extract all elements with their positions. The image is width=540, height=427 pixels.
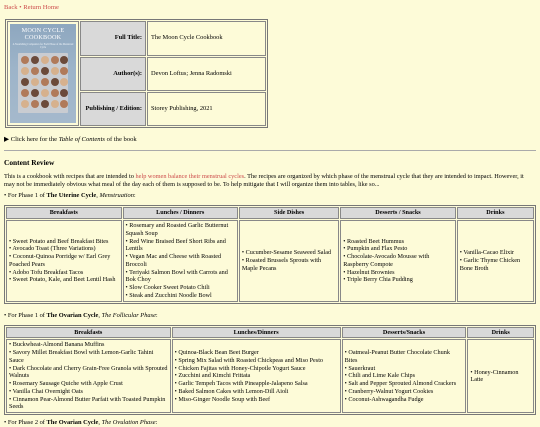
recipe-item: Sweet Potato, Kale, and Beet Lentil Hash <box>9 276 119 284</box>
recipe-item: Slow Cooker Sweet Potato Chili <box>126 284 235 292</box>
recipe-item: Salt and Pepper Sprouted Almond Crackers <box>345 380 464 388</box>
recipe-item: Cinnamon Pear-Almond Butter Parfait with… <box>9 396 168 412</box>
recipe-item: Cranberry-Walnut Yogurt Cookies <box>345 388 464 396</box>
recipe-item: Chicken Fajitas with Honey-Chipotle Yogu… <box>175 365 338 373</box>
recipe-column-header: Side Dishes <box>238 207 340 220</box>
menstrual-cycle-link[interactable]: help women balance their menstrual cycle… <box>136 173 245 180</box>
recipe-item: Red Wine Braised Beef Short Ribs and Len… <box>126 238 235 254</box>
content-review-heading: Content Review <box>4 158 55 168</box>
full-title-value: The Moon Cycle Cookbook <box>147 21 266 56</box>
publishing-label: Publishing / Edition: <box>80 91 146 127</box>
recipe-cell: Cucumber-Sesame Seaweed SaladRoasted Bru… <box>238 220 340 302</box>
recipe-item: Honey-Cinnamon Latte <box>470 369 531 385</box>
recipe-column-header: Desserts/Snacks <box>341 326 467 339</box>
cover-title: MOON CYCLE COOKBOOK <box>21 27 65 41</box>
recipe-item: Adobo Tofu Breakfast Tacos <box>9 269 119 277</box>
phase-heading: • For Phase 1 of The Uterine Cycle, Mens… <box>4 192 136 200</box>
full-title-label: Full Title: <box>80 21 146 56</box>
toc-suffix: of the book <box>106 136 137 144</box>
recipe-item: Teriyaki Salmon Bowl with Carrots and Bo… <box>126 269 235 285</box>
recipe-item: Chili and Lime Kale Chips <box>345 372 464 380</box>
cover-subtitle: A Nourishing Companion for Each Phase of… <box>12 43 74 50</box>
recipe-column-header: Breakfasts <box>6 207 122 220</box>
back-link[interactable]: Back <box>4 4 18 11</box>
toc-emphasis: Table of Contents <box>58 136 106 144</box>
recipe-item: Triple Berry Chia Pudding <box>343 276 452 284</box>
recipe-cell: Oatmeal-Peanut Butter Chocolate Chunk Bi… <box>341 339 467 414</box>
recipe-table: Breakfasts Lunches/Dinners Desserts/Snacks… <box>4 324 536 416</box>
intro-paragraph: This is a cookbook with recipes that are… <box>4 172 524 188</box>
recipe-item: Miso-Ginger Noodle Soup with Beef <box>175 396 338 404</box>
recipe-cell: Vanilla-Cacao ElixirGarlic Thyme Chicken… <box>456 220 534 302</box>
recipe-cell: Sweet Potato and Beef Breakfast BitesAvo… <box>6 220 122 302</box>
recipe-column-header: Lunches / Dinners <box>122 207 238 220</box>
recipe-item: Zucchini and Kimchi Frittata <box>175 372 338 380</box>
recipe-column-header: Drinks <box>456 207 534 220</box>
recipe-item: Garlic Tempeh Tacos with Pineapple-Jalap… <box>175 380 338 388</box>
return-home-link[interactable]: Return Home <box>23 4 59 11</box>
recipe-column-header: Drinks <box>467 326 534 339</box>
recipe-item: Spring Mix Salad with Roasted Chickpeas … <box>175 357 338 365</box>
cover-cell: MOON CYCLE COOKBOOK A Nourishing Companio… <box>7 21 79 127</box>
recipe-item: Savory Millet Breakfast Bowl with Lemon-… <box>9 349 168 365</box>
nav-separator: • <box>19 4 22 11</box>
recipe-item: Buckwheat-Almond Banana Muffins <box>9 341 168 349</box>
recipe-item: Garlic Thyme Chicken Bone Broth <box>460 257 531 273</box>
recipe-item: Rosemary Sausage Quiche with Apple Crust <box>9 380 168 388</box>
recipe-item: Oatmeal-Peanut Butter Chocolate Chunk Bi… <box>345 349 464 365</box>
recipe-item: Coconut-Ashwagandha Fudge <box>345 396 464 404</box>
recipe-cell: Roasted Beet HummusPumpkin and Flax Pest… <box>340 220 456 302</box>
recipe-item: Hazelnut Brownies <box>343 269 452 277</box>
recipe-item: Sweet Potato and Beef Breakfast Bites <box>9 238 119 246</box>
phase-heading: • For Phase 1 of The Ovarian Cycle, The … <box>4 311 158 319</box>
recipe-item: Steak and Zucchini Noodle Bowl <box>126 292 235 300</box>
recipe-table: Breakfasts Lunches / Dinners Side Dishes De… <box>4 205 536 304</box>
recipe-item: Cucumber-Sesame Seaweed Salad <box>242 249 336 257</box>
book-info-table: MOON CYCLE COOKBOOK A Nourishing Companio… <box>5 19 268 129</box>
recipe-cell: Rosemary and Roasted Garlic Butternut Sq… <box>122 220 238 302</box>
cover-cookie-tray <box>18 53 68 114</box>
recipe-item: Roasted Brussels Sprouts with Maple Peca… <box>242 257 336 273</box>
recipe-item: Vanilla-Cacao Elixir <box>460 249 531 257</box>
top-nav: Back • Return Home <box>4 4 536 12</box>
recipe-cell: Buckwheat-Almond Banana MuffinsSavory Mi… <box>6 339 171 414</box>
phase-heading: • For Phase 2 of The Ovarian Cycle, The … <box>4 419 158 427</box>
recipe-item: Vegan Mac and Cheese with Roasted Brocco… <box>126 253 235 269</box>
recipe-item: Pumpkin and Flax Pesto <box>343 245 452 253</box>
page: Back • Return Home MOON CYCLE COOKBOOK A … <box>0 0 540 427</box>
recipe-item: Roasted Beet Hummus <box>343 238 452 246</box>
recipe-item: Rosemary and Roasted Garlic Butternut Sq… <box>126 222 235 238</box>
table-of-contents-toggle[interactable]: ▶ Click here for the Table of Contents o… <box>4 136 536 144</box>
publishing-value: Storey Publishing, 2021 <box>147 91 266 127</box>
recipe-item: Chocolate-Avocado Mousse with Raspberry … <box>343 253 452 269</box>
recipe-column-header: Desserts / Snacks <box>340 207 456 220</box>
toc-prefix: Click here for the <box>10 136 58 144</box>
recipe-item: Sauerkraut <box>345 365 464 373</box>
recipe-item: Quinoa-Black Bean Beet Burger <box>175 349 338 357</box>
expand-arrow-icon: ▶ <box>4 136 10 144</box>
recipe-item: Dark Chocolate and Cherry Grain-Free Gra… <box>9 365 168 381</box>
recipe-column-header: Breakfasts <box>6 326 171 339</box>
recipe-item: Vanilla Chai Overnight Oats <box>9 388 168 396</box>
phase-sections: • For Phase 1 of The Uterine Cycle, Mens… <box>4 192 536 416</box>
authors-value: Devon Loftus; Jenna Radomski <box>147 56 266 91</box>
book-cover-image: MOON CYCLE COOKBOOK A Nourishing Companio… <box>10 24 76 124</box>
recipe-cell: Quinoa-Black Bean Beet BurgerSpring Mix … <box>171 339 341 414</box>
recipe-item: Avocado Toast (Three Variations) <box>9 245 119 253</box>
recipe-column-header: Lunches/Dinners <box>171 326 341 339</box>
recipe-item: Coconut-Quinoa Porridge w/ Earl Grey Poa… <box>9 253 119 269</box>
divider <box>4 150 536 152</box>
recipe-item: Baked Salmon Cakes with Lemon-Dill Aioli <box>175 388 338 396</box>
recipe-cell: Honey-Cinnamon Latte <box>467 339 534 414</box>
authors-label: Author(s): <box>80 56 146 91</box>
